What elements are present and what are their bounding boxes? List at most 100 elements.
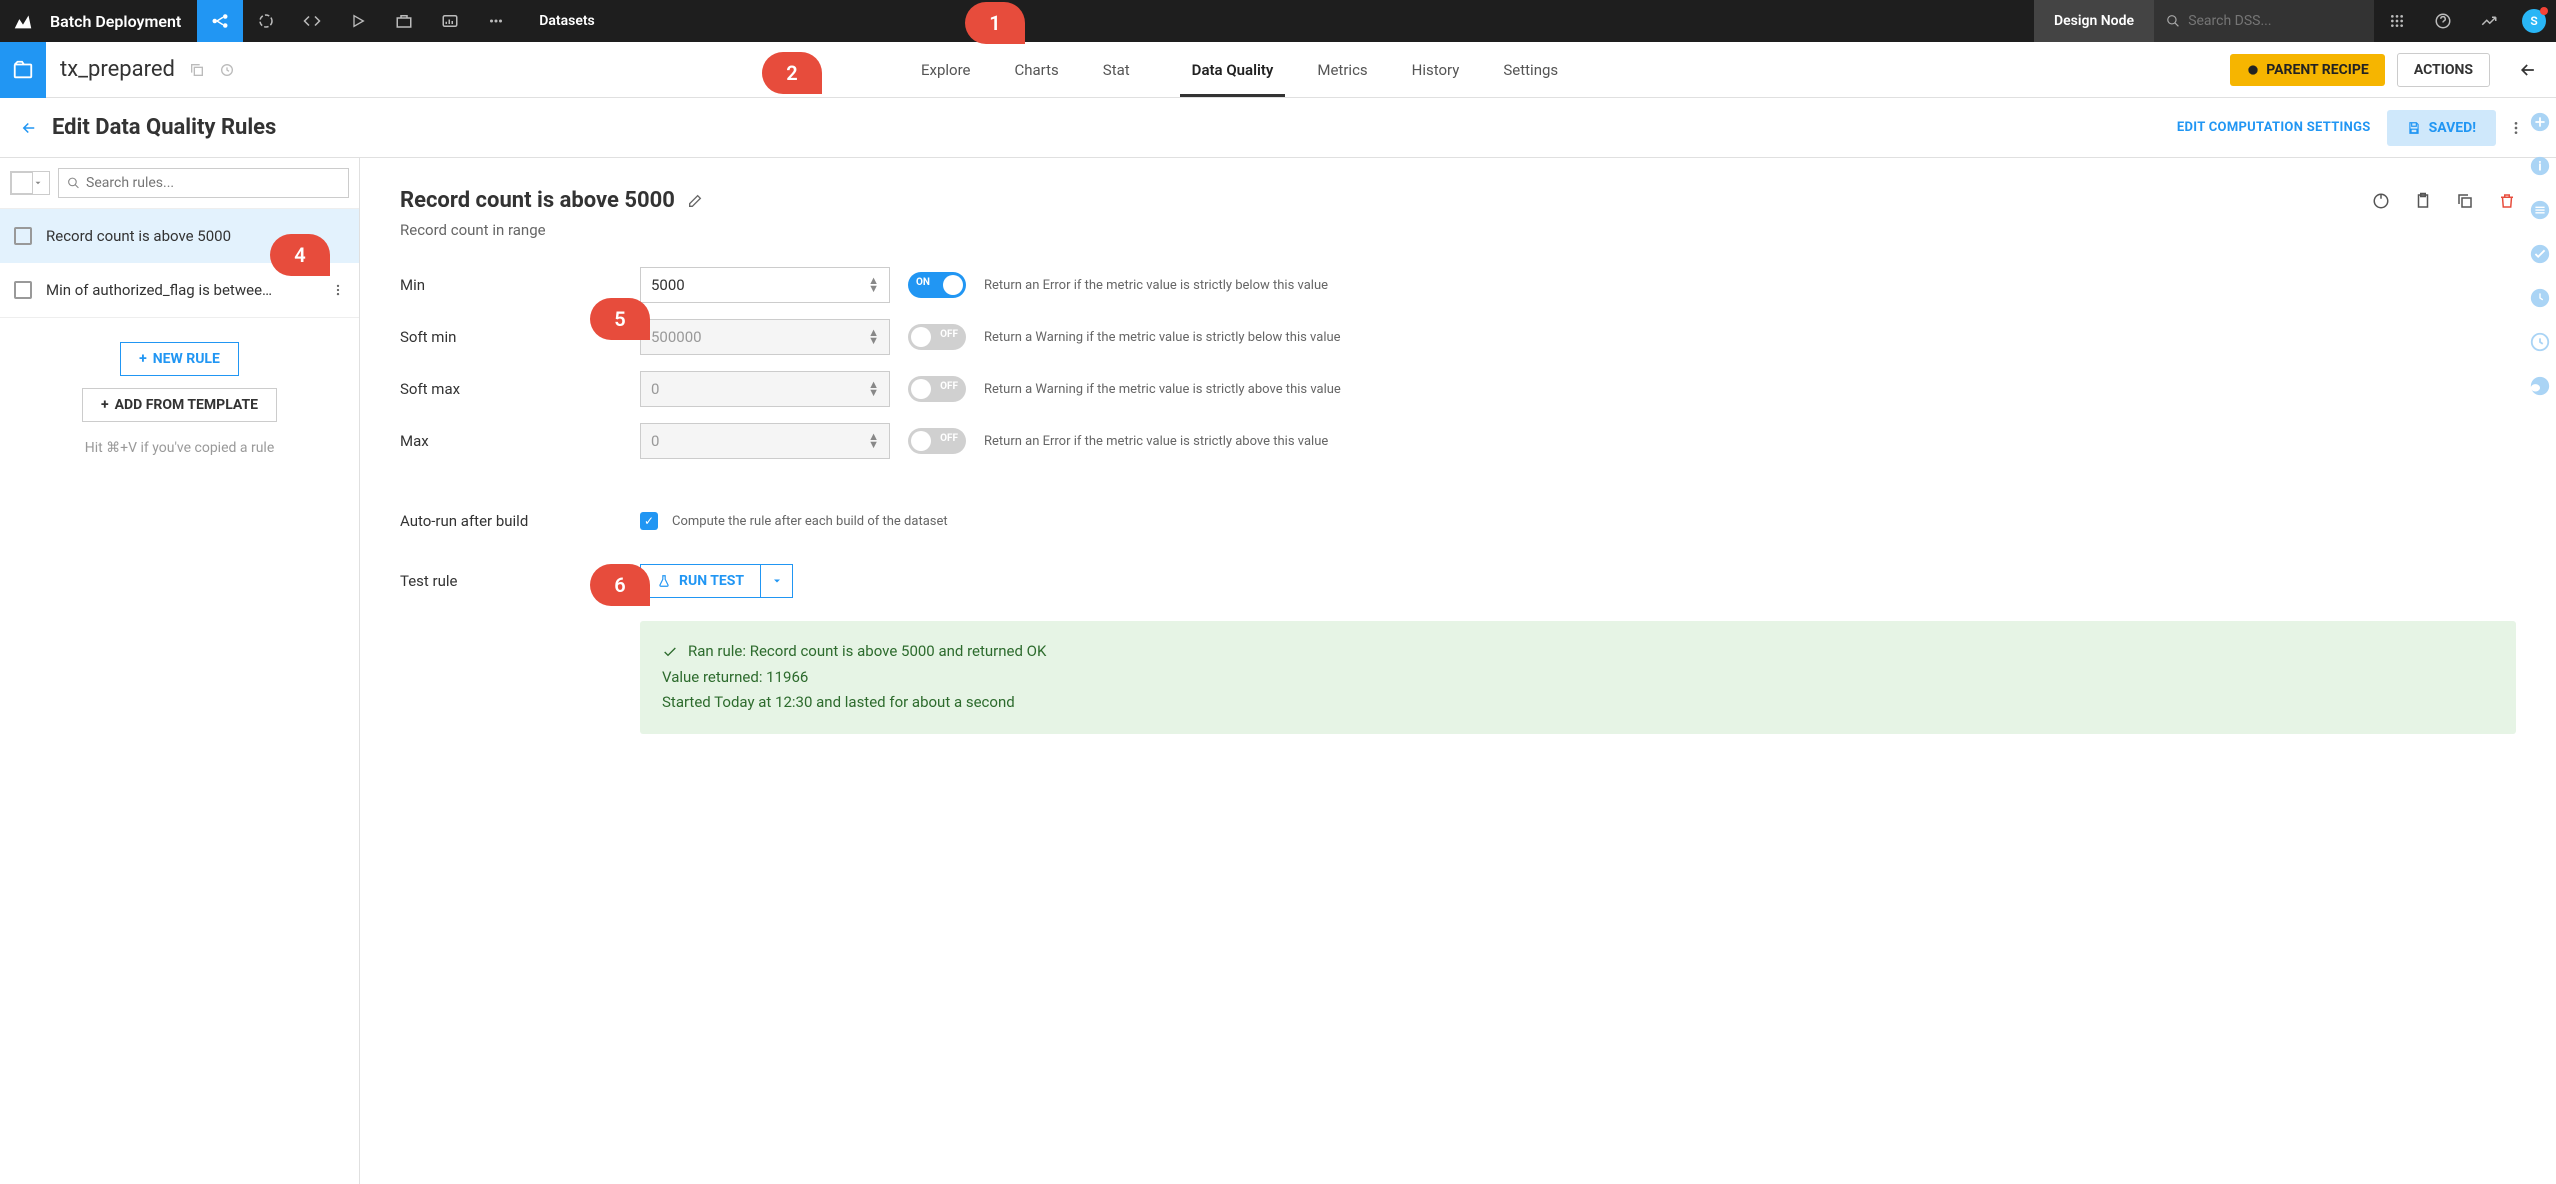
rules-search[interactable] <box>58 168 349 198</box>
rule-menu[interactable] <box>331 283 345 297</box>
add-from-template-button[interactable]: +ADD FROM TEMPLATE <box>82 388 277 422</box>
tab-settings[interactable]: Settings <box>1481 42 1580 97</box>
test-result: Ran rule: Record count is above 5000 and… <box>640 621 2516 734</box>
activity-icon[interactable] <box>2466 0 2512 42</box>
chevron-down-icon <box>33 178 43 188</box>
spinner-icon[interactable]: ▲▼ <box>868 277 879 293</box>
toggle-icon[interactable] <box>2372 192 2390 210</box>
help-icon[interactable] <box>2420 0 2466 42</box>
row-max: Max 0▲▼ OFF Return an Error if the metri… <box>400 421 2516 461</box>
briefcase-icon[interactable] <box>381 0 427 42</box>
rule-item[interactable]: Record count is above 5000 <box>0 208 359 263</box>
softmin-toggle[interactable]: OFF <box>908 324 966 350</box>
min-toggle[interactable]: ON <box>908 272 966 298</box>
dataset-header: tx_prepared Explore Charts Stat Data Qua… <box>0 42 2556 98</box>
tab-datasets[interactable]: Datasets <box>519 0 615 42</box>
dataset-icon[interactable] <box>0 42 46 98</box>
row-softmax: Soft max 0▲▼ OFF Return a Warning if the… <box>400 369 2516 409</box>
paste-hint: Hit ⌘+V if you've copied a rule <box>85 440 275 456</box>
parent-recipe-button[interactable]: PARENT RECIPE <box>2230 54 2385 86</box>
tab-explore[interactable]: Explore <box>899 42 993 97</box>
rule-checkbox[interactable] <box>14 281 32 299</box>
search-input[interactable] <box>2188 13 2362 29</box>
save-icon <box>2407 121 2421 135</box>
tab-metrics[interactable]: Metrics <box>1295 42 1389 97</box>
softmax-label: Soft max <box>400 380 640 398</box>
rail-add-icon[interactable] <box>2528 110 2552 134</box>
flask-icon <box>657 574 671 588</box>
row-testrule: Test rule RUN TEST <box>400 561 2516 601</box>
notification-dot <box>2540 7 2548 15</box>
run-test-button[interactable]: RUN TEST <box>640 564 793 598</box>
global-search[interactable] <box>2154 0 2374 42</box>
actions-button[interactable]: ACTIONS <box>2397 53 2490 87</box>
design-node-label[interactable]: Design Node <box>2034 0 2154 42</box>
user-avatar[interactable]: S <box>2522 9 2546 33</box>
flow-icon[interactable] <box>197 0 243 42</box>
tab-statistics[interactable]: Stat <box>1081 42 1170 97</box>
copy-icon[interactable] <box>2456 192 2474 210</box>
more-icon[interactable] <box>473 0 519 42</box>
max-toggle[interactable]: OFF <box>908 428 966 454</box>
rail-history-icon[interactable] <box>2528 286 2552 310</box>
dataset-name[interactable]: tx_prepared <box>46 57 189 82</box>
rules-sidebar: Record count is above 5000 Min of author… <box>0 158 360 1184</box>
refresh-icon[interactable] <box>219 62 235 78</box>
sidebar-add-area: +NEW RULE +ADD FROM TEMPLATE Hit ⌘+V if … <box>0 318 359 480</box>
spinner-icon[interactable]: ▲▼ <box>868 329 879 345</box>
play-icon[interactable] <box>335 0 381 42</box>
spinner-icon[interactable]: ▲▼ <box>868 433 879 449</box>
saved-button[interactable]: SAVED! <box>2387 110 2496 146</box>
rules-search-input[interactable] <box>86 175 340 191</box>
circle-icon[interactable] <box>243 0 289 42</box>
autorun-label: Auto-run after build <box>400 512 640 530</box>
autorun-checkbox[interactable]: ✓ <box>640 512 658 530</box>
delete-icon[interactable] <box>2498 192 2516 210</box>
min-input[interactable]: 5000▲▼ <box>640 267 890 303</box>
app-logo[interactable] <box>0 10 46 32</box>
row-min: Min 5000▲▼ ON Return an Error if the met… <box>400 265 2516 305</box>
back-arrow[interactable] <box>2500 60 2556 80</box>
rule-checkbox[interactable] <box>14 227 32 245</box>
page-subheader: Edit Data Quality Rules EDIT COMPUTATION… <box>0 98 2556 158</box>
edit-computation-settings[interactable]: EDIT COMPUTATION SETTINGS <box>2177 120 2371 135</box>
rail-clock-icon[interactable] <box>2528 330 2552 354</box>
min-desc: Return an Error if the metric value is s… <box>984 278 1328 293</box>
project-name[interactable]: Batch Deployment <box>46 12 197 31</box>
rail-info-icon[interactable]: i <box>2528 154 2552 178</box>
spinner-icon[interactable]: ▲▼ <box>868 381 879 397</box>
copy-icon[interactable] <box>189 62 205 78</box>
result-line2: Value returned: 11966 <box>662 665 2494 691</box>
max-input[interactable]: 0▲▼ <box>640 423 890 459</box>
select-all-checkbox[interactable] <box>10 171 50 195</box>
page-title: Edit Data Quality Rules <box>52 115 276 140</box>
svg-text:i: i <box>2538 160 2541 175</box>
rule-item[interactable]: Min of authorized_flag is betwee… <box>0 263 359 318</box>
tab-data-quality[interactable]: Data Quality <box>1170 42 1296 97</box>
sidebar-toolbar <box>0 158 359 208</box>
softmin-input[interactable]: 500000▲▼ <box>640 319 890 355</box>
testrule-label: Test rule <box>400 572 640 590</box>
new-rule-button[interactable]: +NEW RULE <box>120 342 239 376</box>
paste-icon[interactable] <box>2414 192 2432 210</box>
rail-chat-icon[interactable] <box>2528 374 2552 398</box>
search-icon <box>2166 13 2180 29</box>
rail-list-icon[interactable] <box>2528 198 2552 222</box>
tab-history[interactable]: History <box>1390 42 1482 97</box>
run-test-dropdown[interactable] <box>761 564 793 598</box>
check-icon <box>662 644 678 660</box>
softmax-toggle[interactable]: OFF <box>908 376 966 402</box>
back-link[interactable] <box>20 119 38 137</box>
autorun-desc: Compute the rule after each build of the… <box>672 514 948 529</box>
dataset-tabs: Explore Charts Stat Data Quality Metrics… <box>899 42 1580 97</box>
edit-title-icon[interactable] <box>687 193 703 209</box>
code-icon[interactable] <box>289 0 335 42</box>
rule-editor: Record count is above 5000 Record count … <box>360 158 2556 1184</box>
rail-check-icon[interactable] <box>2528 242 2552 266</box>
dashboard-icon[interactable] <box>427 0 473 42</box>
max-desc: Return an Error if the metric value is s… <box>984 434 1328 449</box>
topbar: Batch Deployment Datasets Design Node S <box>0 0 2556 42</box>
tab-charts[interactable]: Charts <box>992 42 1080 97</box>
apps-icon[interactable] <box>2374 0 2420 42</box>
softmax-input[interactable]: 0▲▼ <box>640 371 890 407</box>
